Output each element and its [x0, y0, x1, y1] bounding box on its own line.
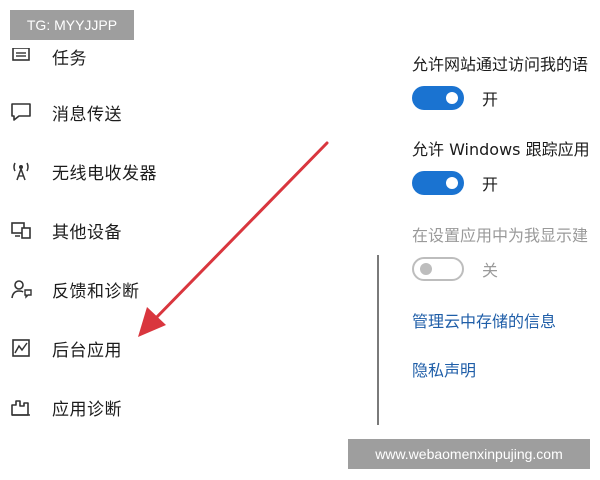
watermark-top: TG: MYYJJPP: [10, 10, 134, 40]
website-access-state: 开: [482, 90, 499, 109]
panel-divider: [377, 255, 379, 425]
show-suggestions-toggle-row: 关: [412, 257, 498, 281]
website-access-toggle-row: 开: [412, 86, 498, 110]
windows-tracking-toggle-row: 开: [412, 171, 498, 195]
toggle-knob: [420, 263, 432, 275]
show-suggestions-label: 在设置应用中为我显示建: [412, 226, 589, 245]
windows-tracking-state: 开: [482, 175, 499, 194]
windows-tracking-toggle[interactable]: [412, 171, 464, 195]
privacy-statement-link[interactable]: 隐私声明: [412, 357, 476, 381]
show-suggestions-state: 关: [482, 261, 499, 280]
website-access-toggle[interactable]: [412, 86, 464, 110]
toggle-knob: [446, 177, 458, 189]
toggle-knob: [446, 92, 458, 104]
manage-cloud-info-link[interactable]: 管理云中存储的信息: [412, 308, 556, 332]
windows-tracking-label: 允许 Windows 跟踪应用: [412, 140, 590, 159]
show-suggestions-toggle[interactable]: [412, 257, 464, 281]
website-access-label: 允许网站通过访问我的语: [412, 55, 589, 74]
watermark-bottom: www.webaomenxinpujing.com: [348, 439, 590, 469]
